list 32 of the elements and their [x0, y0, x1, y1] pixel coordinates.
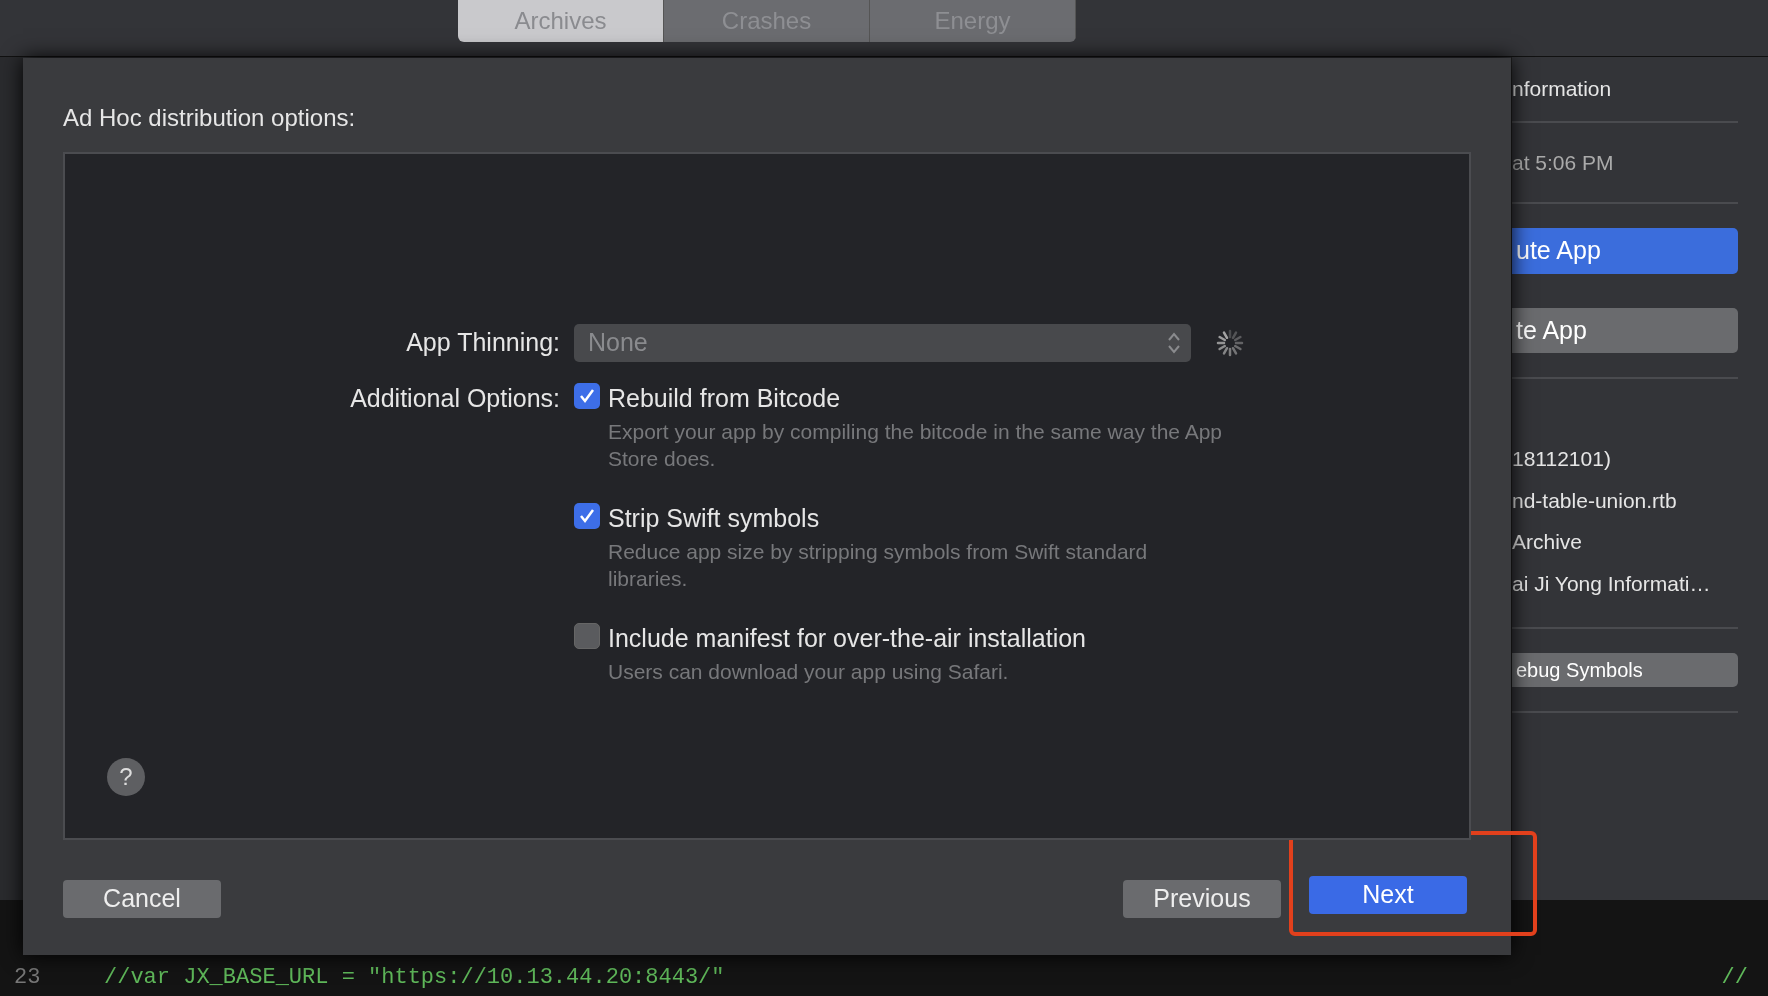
option-label: Include manifest for over-the-air installation — [608, 623, 1086, 655]
option-description: Export your app by compiling the bitcode in the same way the App Store does. — [608, 418, 1224, 472]
checkbox[interactable] — [574, 503, 600, 530]
download-symbols-button[interactable]: ebug Symbols — [1512, 653, 1738, 687]
code-line: //var JX_BASE_URL = "https://10.13.44.20:8443/" — [104, 964, 725, 992]
detail-text: ai Ji Yong Informati… — [1512, 570, 1712, 597]
checkbox[interactable] — [574, 623, 600, 650]
checkmark-icon — [578, 387, 596, 405]
stepper-icon — [1167, 331, 1181, 355]
code-comment: // — [1721, 964, 1748, 992]
field-label: Additional Options: — [350, 384, 560, 412]
help-button[interactable]: ? — [107, 758, 145, 796]
date-text: at 5:06 PM — [1512, 150, 1614, 174]
dialog-title: Ad Hoc distribution options: — [63, 103, 357, 133]
select-value: None — [588, 327, 648, 359]
validate-button[interactable]: te App — [1512, 307, 1738, 353]
distribute-button[interactable]: ute App — [1512, 228, 1738, 274]
dialog-button[interactable]: Cancel — [63, 880, 221, 918]
field-label: App Thinning: — [405, 327, 560, 359]
dialog-button[interactable]: Previous — [1123, 880, 1281, 918]
line-number: 23 — [14, 964, 42, 992]
option-description: Reduce app size by stripping symbols from Swift standard libraries. — [608, 538, 1149, 592]
section-heading: nformation — [1512, 77, 1612, 100]
detail-text: 18112101) — [1512, 446, 1612, 472]
detail-text: nd-table-union.rtb — [1512, 487, 1678, 514]
option-description: Users can download your app using Safari. — [608, 658, 1010, 685]
detail-text: Archive — [1512, 529, 1584, 555]
next-button[interactable]: Next — [1309, 876, 1467, 914]
thinning-select[interactable]: None — [574, 324, 1191, 362]
checkbox[interactable] — [574, 383, 600, 409]
option-label: Strip Swift symbols — [608, 503, 820, 535]
option-label: Rebuild from Bitcode — [608, 383, 841, 414]
